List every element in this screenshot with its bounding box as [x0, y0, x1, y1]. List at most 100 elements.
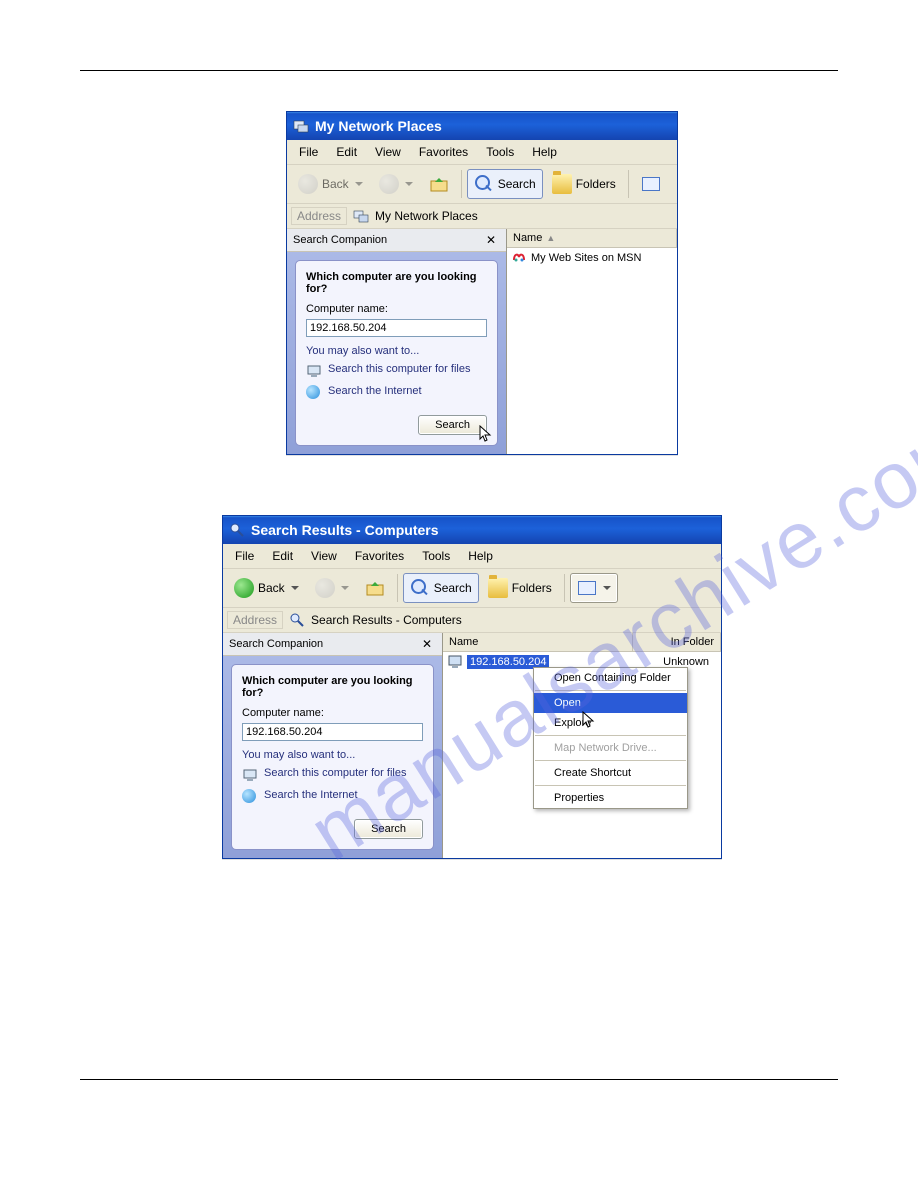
address-value[interactable]: My Network Places — [375, 209, 478, 223]
app-icon — [293, 118, 309, 134]
menu-help[interactable]: Help — [460, 547, 501, 565]
ctx-open[interactable]: Open — [534, 693, 687, 713]
back-icon — [234, 578, 254, 598]
views-icon — [641, 174, 661, 194]
menu-tools[interactable]: Tools — [414, 547, 458, 565]
ctx-open-containing[interactable]: Open Containing Folder — [534, 668, 687, 688]
search-pane-title: Search Companion — [293, 234, 387, 246]
globe-icon — [242, 789, 258, 805]
search-question: Which computer are you looking for? — [306, 271, 487, 295]
folder-up-icon — [429, 174, 449, 194]
folders-button[interactable]: Folders — [481, 573, 559, 603]
forward-icon — [379, 174, 399, 194]
context-menu: Open Containing Folder Open Explore Map … — [533, 667, 688, 809]
search-hint: You may also want to... — [242, 749, 423, 761]
search-companion-pane: Search Companion ✕ Which computer are yo… — [287, 229, 507, 454]
globe-icon — [306, 385, 322, 401]
msn-icon — [511, 250, 527, 266]
search-button[interactable]: Search — [467, 169, 543, 199]
menu-help[interactable]: Help — [524, 143, 565, 161]
address-bar: Address Search Results - Computers — [223, 608, 721, 633]
window-title: My Network Places — [315, 118, 442, 134]
address-label: Address — [227, 611, 283, 629]
computer-name-input[interactable] — [242, 723, 423, 741]
titlebar[interactable]: Search Results - Computers — [223, 516, 721, 544]
menu-edit[interactable]: Edit — [328, 143, 365, 161]
forward-button[interactable] — [308, 573, 356, 603]
menubar: File Edit View Favorites Tools Help — [223, 544, 721, 569]
app-icon — [229, 522, 245, 538]
address-bar: Address My Network Places — [287, 204, 677, 229]
search-icon — [410, 578, 430, 598]
forward-button[interactable] — [372, 169, 420, 199]
list-area: Name▲ My Web Sites on MSN — [507, 229, 677, 454]
close-icon[interactable]: ✕ — [482, 233, 500, 247]
address-value[interactable]: Search Results - Computers — [311, 613, 462, 627]
opt-search-files[interactable]: Search this computer for files — [306, 363, 487, 379]
menu-favorites[interactable]: Favorites — [347, 547, 412, 565]
chevron-down-icon — [291, 586, 299, 590]
menu-favorites[interactable]: Favorites — [411, 143, 476, 161]
column-name[interactable]: Name — [443, 633, 633, 651]
forward-icon — [315, 578, 335, 598]
folders-icon — [488, 578, 508, 598]
folders-button[interactable]: Folders — [545, 169, 623, 199]
ctx-create-shortcut[interactable]: Create Shortcut — [534, 763, 687, 783]
menu-edit[interactable]: Edit — [264, 547, 301, 565]
views-button[interactable] — [634, 169, 668, 199]
search-question: Which computer are you looking for? — [242, 675, 423, 699]
menu-tools[interactable]: Tools — [478, 143, 522, 161]
ctx-properties[interactable]: Properties — [534, 788, 687, 808]
computer-icon — [306, 363, 322, 379]
search-companion-pane: Search Companion ✕ Which computer are yo… — [223, 633, 443, 858]
chevron-down-icon — [341, 586, 349, 590]
chevron-down-icon — [603, 586, 611, 590]
toolbar: Back Search Folders — [223, 569, 721, 608]
address-icon — [353, 208, 369, 224]
toolbar: Back Search Folders — [287, 165, 677, 204]
up-button[interactable] — [358, 573, 392, 603]
ctx-map-drive: Map Network Drive... — [534, 738, 687, 758]
search-pane-title: Search Companion — [229, 638, 323, 650]
folder-up-icon — [365, 578, 385, 598]
search-submit-button[interactable]: Search — [354, 819, 423, 839]
views-button[interactable] — [570, 573, 618, 603]
ctx-explore[interactable]: Explore — [534, 713, 687, 733]
column-in-folder[interactable]: In Folder — [633, 633, 721, 651]
opt-search-internet[interactable]: Search the Internet — [306, 385, 487, 401]
computer-icon — [447, 654, 463, 670]
computer-name-input[interactable] — [306, 319, 487, 337]
back-icon — [298, 174, 318, 194]
address-icon — [289, 612, 305, 628]
list-item[interactable]: My Web Sites on MSN — [507, 248, 677, 268]
views-icon — [577, 578, 597, 598]
folders-icon — [552, 174, 572, 194]
window-my-network-places: My Network Places File Edit View Favorit… — [286, 111, 678, 455]
menu-view[interactable]: View — [303, 547, 345, 565]
chevron-down-icon — [405, 182, 413, 186]
search-submit-button[interactable]: Search — [418, 415, 487, 435]
computer-name-label: Computer name: — [242, 707, 423, 719]
chevron-down-icon — [355, 182, 363, 186]
list-area: Name In Folder 192.168.50.204 Unknown Op… — [443, 633, 721, 858]
search-button[interactable]: Search — [403, 573, 479, 603]
menu-file[interactable]: File — [227, 547, 262, 565]
menubar: File Edit View Favorites Tools Help — [287, 140, 677, 165]
up-button[interactable] — [422, 169, 456, 199]
opt-search-files[interactable]: Search this computer for files — [242, 767, 423, 783]
address-label: Address — [291, 207, 347, 225]
titlebar[interactable]: My Network Places — [287, 112, 677, 140]
opt-search-internet[interactable]: Search the Internet — [242, 789, 423, 805]
back-button[interactable]: Back — [291, 169, 370, 199]
column-name[interactable]: Name▲ — [507, 229, 677, 247]
close-icon[interactable]: ✕ — [418, 637, 436, 651]
search-icon — [474, 174, 494, 194]
computer-name-label: Computer name: — [306, 303, 487, 315]
menu-file[interactable]: File — [291, 143, 326, 161]
window-search-results: Search Results - Computers File Edit Vie… — [222, 515, 722, 859]
computer-icon — [242, 767, 258, 783]
menu-view[interactable]: View — [367, 143, 409, 161]
window-title: Search Results - Computers — [251, 522, 439, 538]
search-hint: You may also want to... — [306, 345, 487, 357]
back-button[interactable]: Back — [227, 573, 306, 603]
